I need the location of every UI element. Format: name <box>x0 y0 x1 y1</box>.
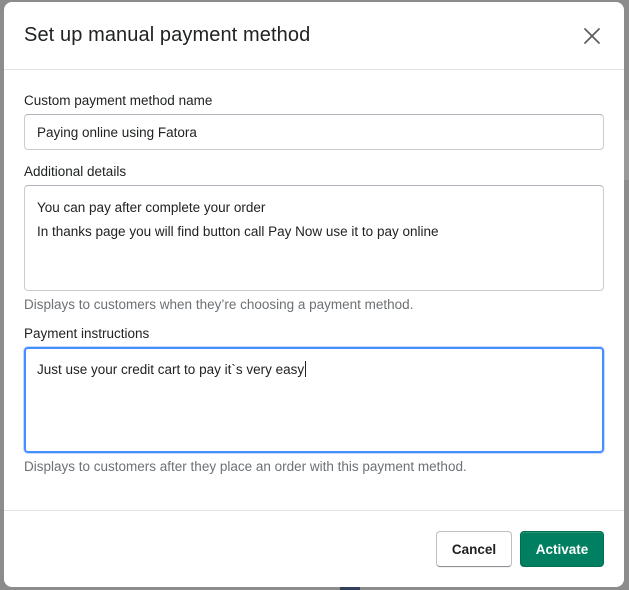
payment-method-modal: Set up manual payment method Custom paym… <box>4 2 624 587</box>
modal-footer: Cancel Activate <box>4 510 624 587</box>
modal-header: Set up manual payment method <box>4 2 624 70</box>
payment-method-name-value: Paying online using Fatora <box>37 124 197 140</box>
details-field-group: Additional details You can pay after com… <box>24 164 604 312</box>
instructions-field-label: Payment instructions <box>24 326 150 341</box>
text-caret <box>305 361 307 377</box>
cancel-button[interactable]: Cancel <box>436 531 512 567</box>
details-field-label: Additional details <box>24 164 127 179</box>
additional-details-textarea[interactable]: You can pay after complete your order In… <box>24 185 604 291</box>
details-help-text: Displays to customers when they’re choos… <box>24 297 414 312</box>
activate-button[interactable]: Activate <box>520 531 604 567</box>
payment-instructions-textarea[interactable]: Just use your credit cart to pay it`s ve… <box>24 347 604 453</box>
modal-body: Custom payment method name Paying online… <box>4 70 624 510</box>
details-line: In thanks page you will find button call… <box>37 224 439 239</box>
instructions-help-text: Displays to customers after they place a… <box>24 459 467 474</box>
name-field-group: Custom payment method name Paying online… <box>24 93 604 150</box>
close-icon <box>584 27 600 44</box>
details-line: You can pay after complete your order <box>37 200 266 215</box>
instructions-value: Just use your credit cart to pay it`s ve… <box>37 362 305 377</box>
name-field-label: Custom payment method name <box>24 93 213 108</box>
close-button[interactable] <box>578 22 606 50</box>
instructions-field-group: Payment instructions Just use your credi… <box>24 326 604 474</box>
modal-title: Set up manual payment method <box>24 24 311 46</box>
payment-method-name-input[interactable]: Paying online using Fatora <box>24 114 604 150</box>
